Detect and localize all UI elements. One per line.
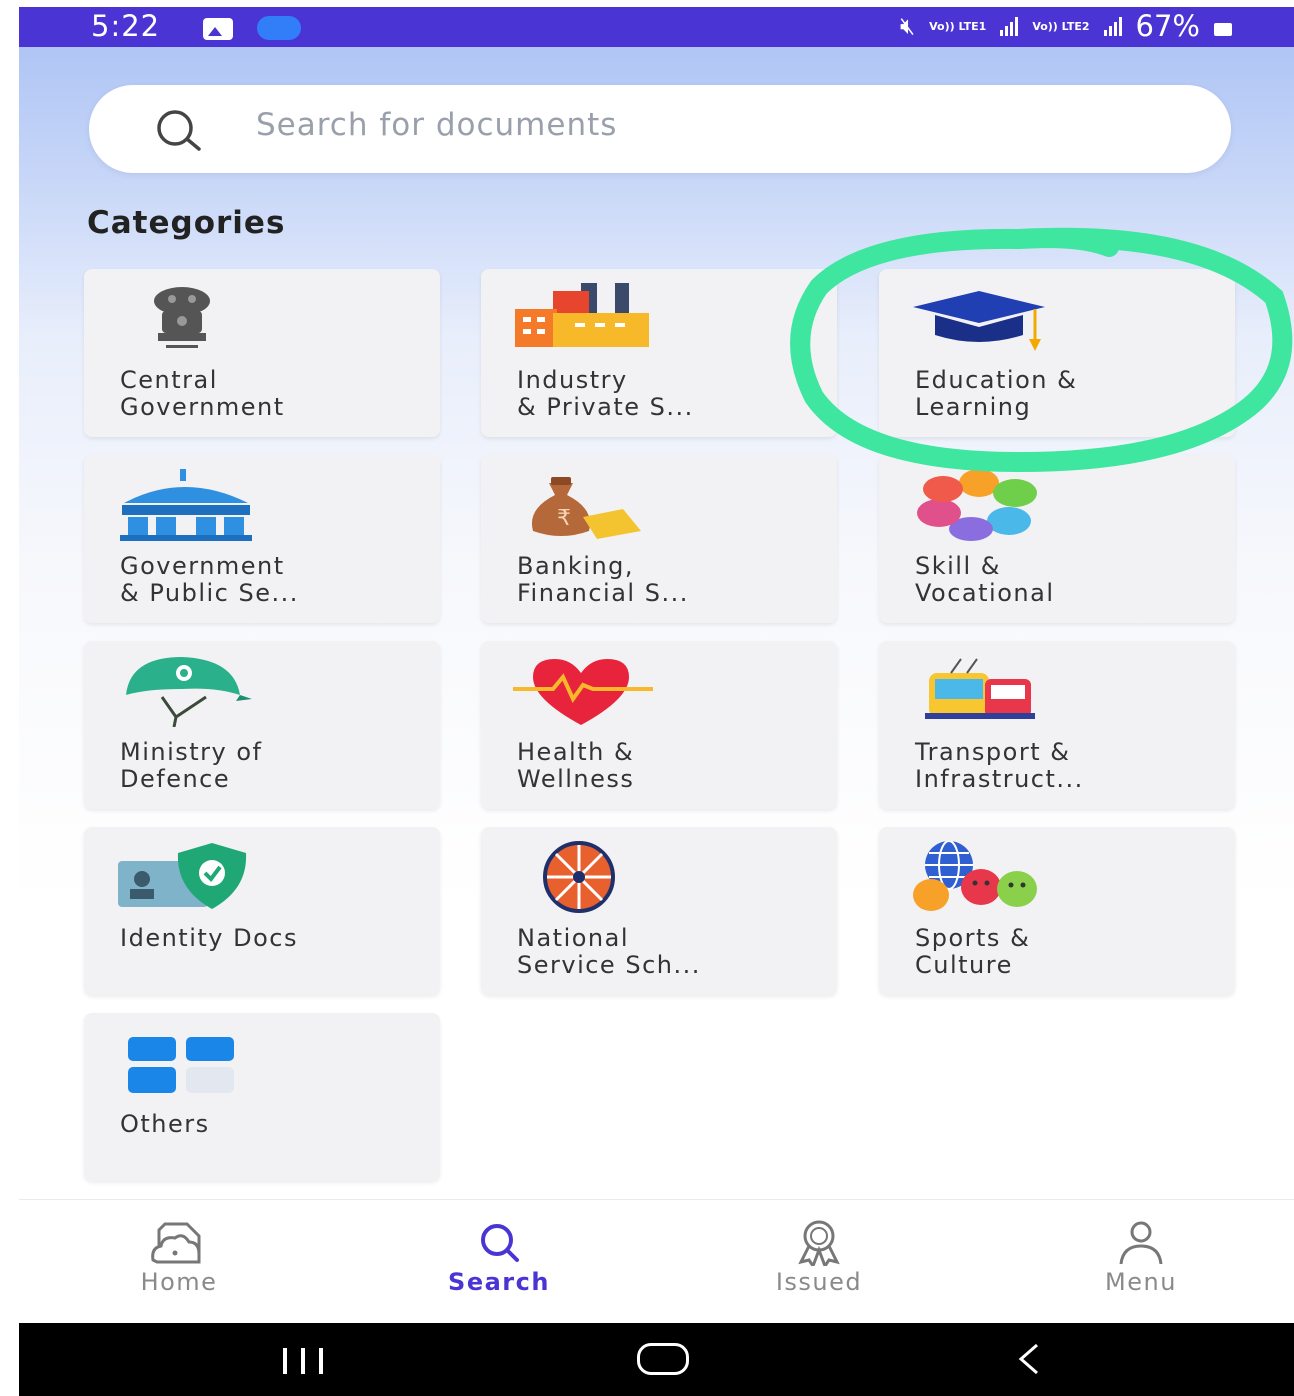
back-button[interactable] <box>1009 1339 1049 1379</box>
category-card-central-government[interactable]: Central Government <box>84 269 440 437</box>
money-bag-icon: ₹ <box>531 477 641 539</box>
category-label: Government & Public Se... <box>120 552 299 607</box>
system-navigation-bar <box>19 1323 1294 1396</box>
category-label: Skill & Vocational <box>915 552 1055 607</box>
globe-masks-icon <box>913 841 1037 911</box>
graduation-cap-icon <box>913 291 1045 351</box>
petals-icon <box>917 469 1037 541</box>
user-icon <box>1119 1221 1163 1265</box>
award-icon <box>798 1220 840 1266</box>
network-label-2: Vo)) LTE2 <box>1032 19 1090 33</box>
battery-icon <box>1214 22 1232 36</box>
category-label: Health & Wellness <box>517 738 635 793</box>
category-label: Industry & Private S... <box>517 366 694 421</box>
category-label: Transport & Infrastruct... <box>915 738 1084 793</box>
bottom-navigation: Home Search Issued Menu <box>19 1199 1294 1323</box>
nav-home[interactable]: Home <box>79 1220 279 1296</box>
nav-label: Issued <box>775 1268 863 1296</box>
category-card-sports[interactable]: Sports & Culture <box>879 827 1235 995</box>
factory-icon <box>515 283 649 347</box>
category-card-transport[interactable]: Transport & Infrastruct... <box>879 641 1235 809</box>
gallery-notification-icon <box>203 18 233 40</box>
nav-label: Menu <box>1105 1268 1177 1296</box>
category-card-education[interactable]: Education & Learning <box>879 269 1235 437</box>
category-card-identity-docs[interactable]: Identity Docs <box>84 827 440 995</box>
category-label: Others <box>120 1110 210 1138</box>
home-button[interactable] <box>637 1343 689 1375</box>
grid-icon <box>128 1037 234 1093</box>
category-card-health[interactable]: Health & Wellness <box>481 641 837 809</box>
category-label: Ministry of Defence <box>120 738 263 793</box>
heart-pulse-icon <box>513 659 653 725</box>
home-cloud-icon <box>151 1222 201 1264</box>
category-card-nss[interactable]: National Service Sch... <box>481 827 837 995</box>
category-card-government-public[interactable]: Government & Public Se... <box>84 455 440 623</box>
category-label: National Service Sch... <box>517 924 701 979</box>
government-building-icon <box>120 469 252 541</box>
category-label: Sports & Culture <box>915 924 1031 979</box>
category-label: Central Government <box>120 366 285 421</box>
nav-issued[interactable]: Issued <box>719 1220 919 1296</box>
battery-percent: 67% <box>1135 9 1200 43</box>
network-label-1: Vo)) LTE1 <box>929 19 987 33</box>
category-card-industry[interactable]: Industry & Private S... <box>481 269 837 437</box>
mute-icon: 🔇︎ <box>899 12 916 40</box>
search-placeholder: Search for documents <box>256 107 618 143</box>
category-card-skill[interactable]: Skill & Vocational <box>879 455 1235 623</box>
category-card-banking[interactable]: ₹ Banking, Financial S... <box>481 455 837 623</box>
category-label: Banking, Financial S... <box>517 552 689 607</box>
nav-label: Search <box>448 1268 550 1296</box>
svg-text:₹: ₹ <box>557 506 571 531</box>
signal-icon <box>1103 16 1122 36</box>
search-input[interactable]: Search for documents <box>89 85 1231 173</box>
app-notification-icon <box>257 16 301 40</box>
search-icon <box>481 1224 519 1262</box>
screen: 5:22 🔇︎ Vo)) LTE1 Vo)) LTE2 67% Search f… <box>19 7 1294 1396</box>
category-card-others[interactable]: Others <box>84 1013 440 1181</box>
category-label: Identity Docs <box>120 924 298 952</box>
section-title: Categories <box>87 205 286 241</box>
nav-menu[interactable]: Menu <box>1041 1220 1241 1296</box>
national-emblem-icon <box>154 287 210 348</box>
category-card-defence[interactable]: Ministry of Defence <box>84 641 440 809</box>
search-icon <box>157 110 201 151</box>
helmet-icon <box>126 657 252 727</box>
nav-label: Home <box>140 1268 218 1296</box>
wheel-icon <box>543 841 615 913</box>
recents-button[interactable] <box>277 1345 333 1375</box>
bus-icon <box>925 658 1035 719</box>
nav-search[interactable]: Search <box>399 1220 599 1296</box>
status-bar: 5:22 🔇︎ Vo)) LTE1 Vo)) LTE2 67% <box>19 7 1294 47</box>
id-card-shield-icon <box>118 843 247 909</box>
signal-icon <box>1000 16 1019 36</box>
status-time: 5:22 <box>91 9 161 43</box>
category-label: Education & Learning <box>915 366 1078 421</box>
status-indicators: 🔇︎ Vo)) LTE1 Vo)) LTE2 67% <box>900 9 1232 43</box>
